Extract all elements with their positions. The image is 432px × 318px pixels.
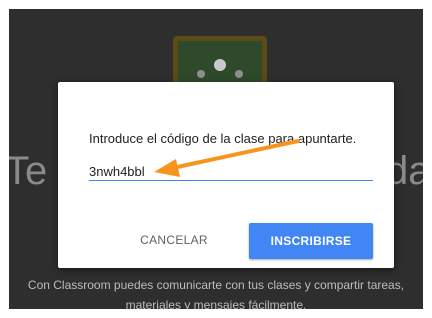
caption-line-1: Con Classroom puedes comunicarte con tus… (27, 278, 405, 292)
caption-line-2: materiales y mensajes fácilmente. (125, 298, 307, 309)
teacher-dot (214, 59, 226, 71)
background-caption: Con Classroom puedes comunicarte con tus… (9, 275, 423, 309)
student-dot-right (235, 70, 243, 78)
student-dot-left (197, 70, 205, 78)
join-class-dialog: Introduce el código de la clase para apu… (58, 82, 394, 268)
join-button[interactable]: INSCRIBIRSE (249, 223, 373, 259)
class-code-input[interactable] (89, 162, 373, 181)
cancel-button[interactable]: CANCELAR (132, 222, 216, 258)
app-screen: Te c da Con Classroom puedes comunicarte… (9, 9, 423, 309)
dialog-prompt: Introduce el código de la clase para apu… (89, 131, 357, 146)
